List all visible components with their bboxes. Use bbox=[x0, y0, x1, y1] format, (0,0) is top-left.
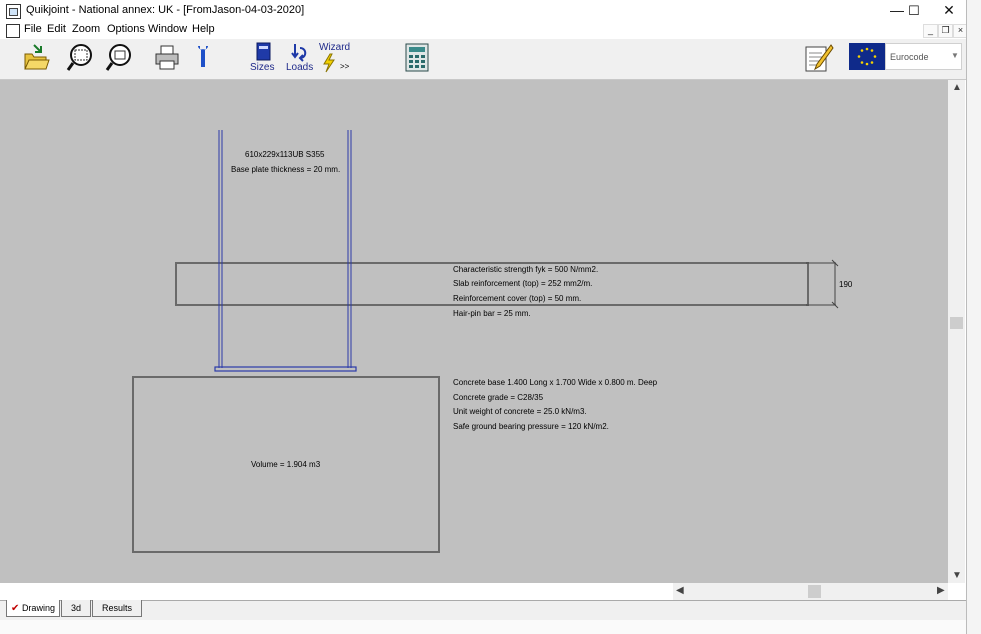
slab-note: Characteristic strength fyk = 500 N/mm2. bbox=[453, 265, 599, 274]
slab-note: Reinforcement cover (top) = 50 mm. bbox=[453, 294, 582, 303]
window-title: Quikjoint - National annex: UK - [FromJa… bbox=[26, 4, 305, 16]
mdi-minimize-button[interactable]: _ bbox=[923, 24, 938, 38]
wizard-label: Wizard bbox=[319, 42, 351, 53]
printer-icon bbox=[155, 45, 179, 70]
base-plate-label: Base plate thickness = 20 mm. bbox=[231, 165, 341, 174]
document-icon[interactable] bbox=[6, 24, 20, 38]
sizes-book-icon bbox=[256, 42, 271, 61]
zoom-window-button[interactable] bbox=[66, 42, 98, 74]
section-label: 610x229x113UB S355 bbox=[245, 150, 325, 159]
open-button[interactable] bbox=[22, 42, 50, 74]
zoom-out-icon bbox=[105, 44, 131, 71]
sizes-button[interactable]: Sizes bbox=[250, 42, 276, 74]
eu-flag-icon bbox=[849, 43, 885, 70]
vertical-scroll-thumb[interactable] bbox=[950, 317, 963, 329]
volume-label: Volume = 1.904 m3 bbox=[251, 460, 321, 469]
calculator-button[interactable] bbox=[403, 42, 431, 74]
sizes-label: Sizes bbox=[250, 62, 275, 73]
scroll-up-icon[interactable]: ▲ bbox=[952, 82, 962, 93]
zoom-out-button[interactable] bbox=[103, 42, 135, 74]
tab-results-label: Results bbox=[101, 603, 132, 613]
horizontal-scrollbar[interactable]: ◀ ▶ bbox=[673, 583, 948, 600]
check-icon: ✔ bbox=[11, 603, 20, 614]
right-edge bbox=[966, 0, 981, 634]
calculator-icon bbox=[405, 43, 429, 72]
tab-3d-label: 3d bbox=[70, 603, 81, 613]
scroll-right-icon[interactable]: ▶ bbox=[937, 585, 945, 596]
wizard-button[interactable]: Wizard >> bbox=[319, 42, 353, 74]
slab-dimension-value: 190 bbox=[839, 280, 853, 289]
tools-button[interactable] bbox=[193, 42, 213, 74]
slab-note: Slab reinforcement (top) = 252 mm2/m. bbox=[453, 279, 593, 288]
tab-results[interactable]: Results bbox=[92, 600, 142, 617]
menu-options[interactable]: Options bbox=[107, 23, 145, 35]
vertical-scrollbar[interactable]: ▲ ▼ bbox=[948, 80, 965, 583]
menu-file[interactable]: File bbox=[24, 23, 42, 35]
base-note: Unit weight of concrete = 25.0 kN/m3. bbox=[453, 407, 587, 416]
foundation-drawing bbox=[132, 130, 839, 553]
base-note: Concrete base 1.400 Long x 1.700 Wide x … bbox=[453, 378, 658, 387]
menu-help[interactable]: Help bbox=[192, 23, 215, 35]
loads-label: Loads bbox=[286, 62, 314, 73]
loads-arrows-icon bbox=[291, 44, 307, 62]
tab-drawing-label: Drawing bbox=[21, 603, 55, 613]
chevron-down-icon[interactable]: ▼ bbox=[951, 51, 959, 60]
sheet-tab-strip bbox=[0, 600, 966, 621]
tab-drawing[interactable]: ✔ Drawing bbox=[6, 600, 60, 617]
loads-button[interactable]: Loads bbox=[286, 42, 314, 74]
scroll-down-icon[interactable]: ▼ bbox=[952, 570, 962, 581]
slab-note: Hair-pin bar = 25 mm. bbox=[453, 309, 531, 318]
tools-icon bbox=[198, 46, 208, 67]
menu-edit[interactable]: Edit bbox=[47, 23, 66, 35]
base-note: Concrete grade = C28/35 bbox=[453, 393, 544, 402]
menu-zoom[interactable]: Zoom bbox=[72, 23, 100, 35]
wizard-more: >> bbox=[340, 62, 350, 71]
horizontal-scroll-thumb[interactable] bbox=[808, 585, 821, 598]
slab-dimension-marker bbox=[806, 259, 839, 309]
design-code-value: Eurocode bbox=[890, 52, 929, 62]
zoom-window-icon bbox=[66, 44, 92, 71]
maximize-button[interactable]: ☐ bbox=[897, 0, 931, 22]
bottom-edge bbox=[0, 620, 966, 634]
drawing-canvas[interactable]: 610x229x113UB S355 Base plate thickness … bbox=[0, 80, 948, 583]
print-button[interactable] bbox=[153, 42, 181, 74]
base-note: Safe ground bearing pressure = 120 kN/m2… bbox=[453, 422, 609, 431]
scroll-left-icon[interactable]: ◀ bbox=[676, 585, 684, 596]
base-plate bbox=[214, 366, 357, 372]
menu-window[interactable]: Window bbox=[148, 23, 187, 35]
app-icon[interactable] bbox=[6, 4, 21, 19]
mdi-restore-button[interactable]: ❐ bbox=[938, 24, 953, 38]
edit-notepad-icon bbox=[805, 44, 834, 72]
wizard-lightning-icon bbox=[323, 53, 335, 73]
close-button[interactable]: ✕ bbox=[932, 0, 966, 22]
tab-3d[interactable]: 3d bbox=[61, 600, 91, 617]
open-folder-icon bbox=[24, 44, 50, 70]
edit-notes-button[interactable] bbox=[803, 42, 835, 74]
